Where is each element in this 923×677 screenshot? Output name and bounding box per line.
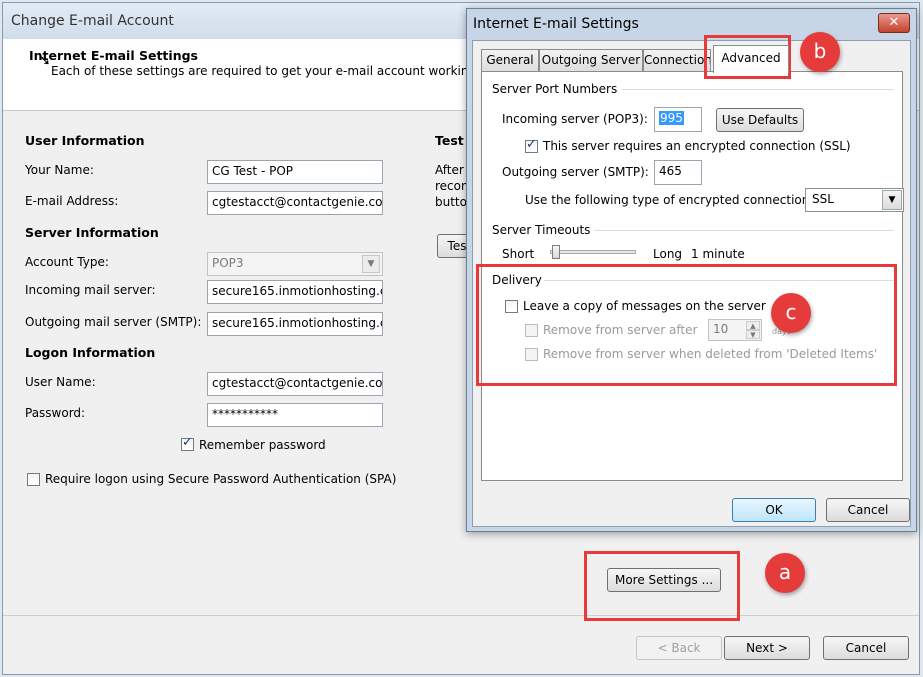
- incoming-port-label: Incoming server (POP3):: [502, 112, 648, 126]
- dialog-cancel-button[interactable]: Cancel: [826, 498, 910, 522]
- annotation-box-a: [584, 551, 740, 621]
- user-info-heading: User Information: [25, 133, 145, 148]
- group-divider: [622, 89, 894, 90]
- dropdown-arrow-icon: ▼: [882, 190, 902, 210]
- ssl-required-label: This server requires an encrypted connec…: [543, 139, 851, 153]
- incoming-server-label: Incoming mail server:: [25, 283, 156, 297]
- tab-general[interactable]: General: [481, 49, 539, 71]
- ok-button[interactable]: OK: [732, 498, 816, 522]
- close-icon[interactable]: ✕: [878, 13, 910, 33]
- window-title: Change E-mail Account: [11, 13, 174, 29]
- email-address-field[interactable]: cgtestacct@contactgenie.com: [207, 191, 383, 215]
- email-address-label: E-mail Address:: [25, 194, 119, 208]
- incoming-port-field[interactable]: 995: [654, 107, 702, 132]
- tab-outgoing-server[interactable]: Outgoing Server: [539, 49, 643, 71]
- account-type-select: POP3 ▼: [207, 252, 383, 276]
- annotation-badge-b: b: [800, 32, 840, 72]
- encryption-type-label: Use the following type of encrypted conn…: [525, 193, 814, 207]
- account-type-value: POP3: [212, 256, 244, 270]
- outgoing-port-label: Outgoing server (SMTP):: [502, 165, 649, 179]
- outgoing-server-field[interactable]: secure165.inmotionhosting.co: [207, 312, 383, 336]
- incoming-port-value: 995: [659, 111, 684, 125]
- user-name-label: User Name:: [25, 375, 96, 389]
- page-title: Internet E-mail Settings: [29, 48, 198, 63]
- timeout-long-label: Long: [653, 247, 683, 261]
- ssl-required-checkbox[interactable]: [525, 137, 538, 153]
- timeout-slider-thumb[interactable]: [552, 245, 560, 259]
- spa-checkbox[interactable]: [27, 473, 40, 486]
- group-divider: [594, 230, 894, 231]
- logon-info-heading: Logon Information: [25, 345, 156, 360]
- server-ports-heading: Server Port Numbers: [492, 82, 618, 96]
- spa-label: Require logon using Secure Password Auth…: [45, 472, 397, 486]
- incoming-server-field[interactable]: secure165.inmotionhosting.co: [207, 280, 383, 304]
- footer-divider: [3, 615, 919, 616]
- annotation-badge-c: c: [771, 293, 811, 333]
- timeout-value: 1 minute: [691, 247, 745, 261]
- outgoing-port-field[interactable]: 465: [654, 160, 702, 185]
- test-text-line-1: After: [435, 163, 464, 177]
- dialog-title: Internet E-mail Settings: [473, 16, 639, 32]
- test-settings-heading: Test: [435, 133, 464, 148]
- timeout-slider-track[interactable]: [550, 250, 636, 254]
- account-type-label: Account Type:: [25, 255, 109, 269]
- dropdown-arrow-icon: ▼: [362, 255, 380, 273]
- tab-advanced[interactable]: Advanced: [713, 45, 789, 73]
- annotation-box-c: [476, 264, 897, 386]
- next-button[interactable]: Next >: [724, 636, 810, 660]
- user-name-field[interactable]: cgtestacct@contactgenie.com: [207, 372, 383, 396]
- your-name-field[interactable]: CG Test - POP: [207, 160, 383, 184]
- server-info-heading: Server Information: [25, 225, 159, 240]
- mouse-cursor-icon: ➘: [39, 53, 51, 69]
- outgoing-server-label: Outgoing mail server (SMTP):: [25, 315, 202, 329]
- timeout-short-label: Short: [502, 247, 535, 261]
- remember-password-checkbox[interactable]: [181, 435, 194, 451]
- your-name-label: Your Name:: [25, 163, 94, 177]
- use-defaults-button[interactable]: Use Defaults: [716, 108, 804, 132]
- cancel-button[interactable]: Cancel: [823, 636, 909, 660]
- password-label: Password:: [25, 406, 86, 420]
- page-subtitle: Each of these settings are required to g…: [51, 64, 480, 78]
- remember-password-label: Remember password: [199, 438, 326, 452]
- password-field[interactable]: ***********: [207, 403, 383, 427]
- test-text-line-2: recon: [435, 179, 469, 193]
- back-button[interactable]: < Back: [636, 636, 722, 660]
- tab-connection[interactable]: Connection: [643, 49, 711, 71]
- annotation-badge-a: a: [765, 553, 805, 593]
- server-timeouts-heading: Server Timeouts: [492, 223, 591, 237]
- encryption-type-select[interactable]: SSL ▼: [805, 188, 904, 212]
- encryption-type-value: SSL: [812, 192, 834, 206]
